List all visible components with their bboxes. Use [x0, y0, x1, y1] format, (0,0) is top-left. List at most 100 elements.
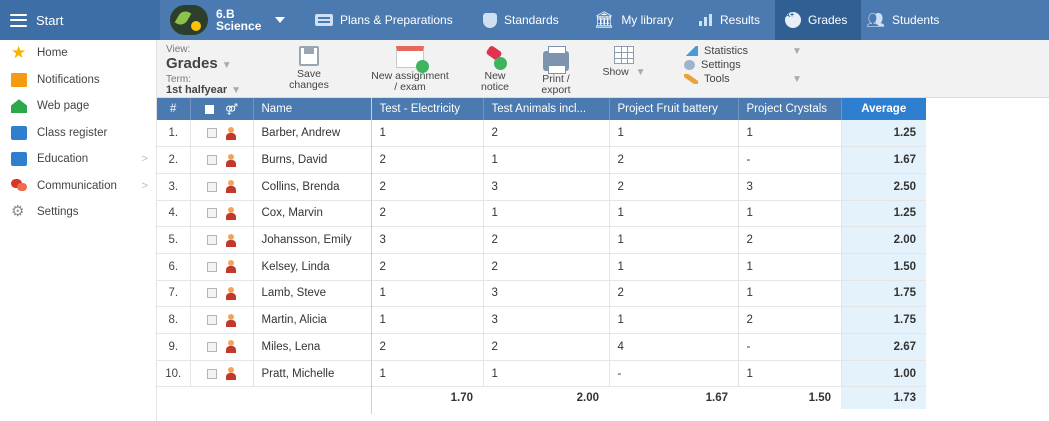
save-changes-button[interactable]: Save changes [283, 46, 335, 91]
column-header-name[interactable]: Name [253, 98, 372, 120]
row-checkbox[interactable] [207, 315, 217, 326]
row-checkbox[interactable] [207, 261, 217, 272]
row-checkbox[interactable] [207, 208, 217, 219]
student-name[interactable]: Pratt, Michelle [253, 360, 372, 388]
grade-test-animals[interactable]: 1 [483, 146, 610, 174]
nav-standards[interactable]: Standards [483, 0, 559, 40]
row-select[interactable] [190, 226, 254, 254]
grade-project-crystals[interactable]: 1 [738, 120, 842, 148]
row-select[interactable] [190, 146, 254, 174]
grade-project-fruit-battery[interactable]: 2 [609, 280, 739, 308]
student-name[interactable]: Miles, Lena [253, 333, 372, 361]
grade-test-animals[interactable]: 3 [483, 280, 610, 308]
nav-my-library[interactable]: 🏛︎ My library [594, 0, 673, 40]
show-dropdown[interactable]: Show ▼ [597, 46, 651, 78]
grade-project-crystals[interactable]: - [738, 146, 842, 174]
term-dropdown[interactable]: 1st halfyear ▼ [166, 85, 241, 97]
row-checkbox[interactable] [207, 341, 217, 352]
grade-test-electricity[interactable]: 1 [371, 360, 484, 388]
select-all-checkbox[interactable] [204, 104, 214, 114]
grade-test-electricity[interactable]: 1 [371, 120, 484, 148]
start-menu-button[interactable]: Start [0, 0, 160, 40]
row-select[interactable] [190, 360, 254, 388]
grade-test-electricity[interactable]: 2 [371, 333, 484, 361]
row-select[interactable] [190, 253, 254, 281]
grade-project-fruit-battery[interactable]: 2 [609, 173, 739, 201]
row-select[interactable] [190, 120, 254, 148]
grade-test-electricity[interactable]: 3 [371, 226, 484, 254]
sidebar-item-class-register[interactable]: Class register [0, 120, 156, 147]
print-export-button[interactable]: Print / export [532, 46, 580, 96]
statistics-menu[interactable]: Statistics [684, 44, 748, 58]
column-header-test-electricity[interactable]: Test - Electricity [371, 98, 484, 120]
grade-test-electricity[interactable]: 2 [371, 146, 484, 174]
student-name[interactable]: Lamb, Steve [253, 280, 372, 308]
row-checkbox[interactable] [207, 288, 217, 299]
grade-test-animals[interactable]: 1 [483, 200, 610, 228]
grade-test-animals[interactable]: 2 [483, 226, 610, 254]
nav-plans-preparations[interactable]: Plans & Preparations [315, 0, 453, 40]
row-select[interactable] [190, 280, 254, 308]
grade-test-electricity[interactable]: 1 [371, 280, 484, 308]
student-name[interactable]: Collins, Brenda [253, 173, 372, 201]
row-checkbox[interactable] [207, 181, 217, 192]
grade-project-fruit-battery[interactable]: 1 [609, 120, 739, 148]
row-select[interactable] [190, 306, 254, 334]
row-checkbox[interactable] [207, 368, 217, 379]
sidebar-item-education[interactable]: Education > [0, 146, 156, 173]
grade-project-crystals[interactable]: 3 [738, 173, 842, 201]
nav-results[interactable]: Results [699, 0, 760, 40]
grade-project-fruit-battery[interactable]: 1 [609, 253, 739, 281]
grade-project-crystals[interactable]: 1 [738, 360, 842, 388]
grade-test-electricity[interactable]: 2 [371, 200, 484, 228]
settings-menu[interactable]: Settings [684, 58, 748, 72]
grade-test-animals[interactable]: 2 [483, 253, 610, 281]
grade-project-crystals[interactable]: 1 [738, 280, 842, 308]
student-name[interactable]: Martin, Alicia [253, 306, 372, 334]
column-header-project-fruit-battery[interactable]: Project Fruit battery [609, 98, 739, 120]
row-select[interactable] [190, 173, 254, 201]
student-name[interactable]: Kelsey, Linda [253, 253, 372, 281]
class-selector[interactable]: 6.B Science [170, 4, 286, 36]
nav-students[interactable]: 👥︎ Students [866, 0, 939, 40]
grade-test-electricity[interactable]: 2 [371, 173, 484, 201]
grade-test-electricity[interactable]: 1 [371, 306, 484, 334]
row-checkbox[interactable] [207, 128, 217, 139]
grade-project-fruit-battery[interactable]: - [609, 360, 739, 388]
sidebar-item-home[interactable]: ★ Home [0, 40, 156, 67]
column-header-test-animals[interactable]: Test Animals incl... [483, 98, 610, 120]
new-notice-button[interactable]: New notice [475, 46, 515, 93]
tools-menu[interactable]: Tools [684, 72, 748, 86]
grade-test-animals[interactable]: 2 [483, 333, 610, 361]
nav-grades[interactable]: A+ Grades [775, 0, 862, 40]
view-dropdown[interactable]: Grades ▼ [166, 55, 241, 74]
row-select[interactable] [190, 333, 254, 361]
grade-project-fruit-battery[interactable]: 1 [609, 306, 739, 334]
student-name[interactable]: Burns, David [253, 146, 372, 174]
grade-test-animals[interactable]: 2 [483, 120, 610, 148]
grade-project-crystals[interactable]: 2 [738, 226, 842, 254]
sidebar-item-settings[interactable]: ⚙ Settings [0, 199, 156, 226]
student-name[interactable]: Cox, Marvin [253, 200, 372, 228]
grade-test-electricity[interactable]: 2 [371, 253, 484, 281]
grade-project-fruit-battery[interactable]: 2 [609, 146, 739, 174]
grade-project-fruit-battery[interactable]: 4 [609, 333, 739, 361]
grade-project-crystals[interactable]: 1 [738, 253, 842, 281]
grade-project-crystals[interactable]: - [738, 333, 842, 361]
sidebar-item-web-page[interactable]: Web page [0, 93, 156, 120]
grade-test-animals[interactable]: 3 [483, 306, 610, 334]
grade-project-crystals[interactable]: 2 [738, 306, 842, 334]
column-header-select[interactable]: ⚤ [190, 98, 254, 120]
column-header-project-crystals[interactable]: Project Crystals [738, 98, 842, 120]
row-checkbox[interactable] [207, 155, 217, 166]
sidebar-item-notifications[interactable]: Notifications [0, 67, 156, 94]
row-select[interactable] [190, 200, 254, 228]
row-checkbox[interactable] [207, 235, 217, 246]
grade-project-fruit-battery[interactable]: 1 [609, 226, 739, 254]
new-assignment-button[interactable]: New assignment / exam [358, 46, 462, 93]
student-name[interactable]: Barber, Andrew [253, 120, 372, 148]
student-name[interactable]: Johansson, Emily [253, 226, 372, 254]
column-header-average[interactable]: Average [841, 98, 926, 120]
grade-project-crystals[interactable]: 1 [738, 200, 842, 228]
grade-test-animals[interactable]: 1 [483, 360, 610, 388]
